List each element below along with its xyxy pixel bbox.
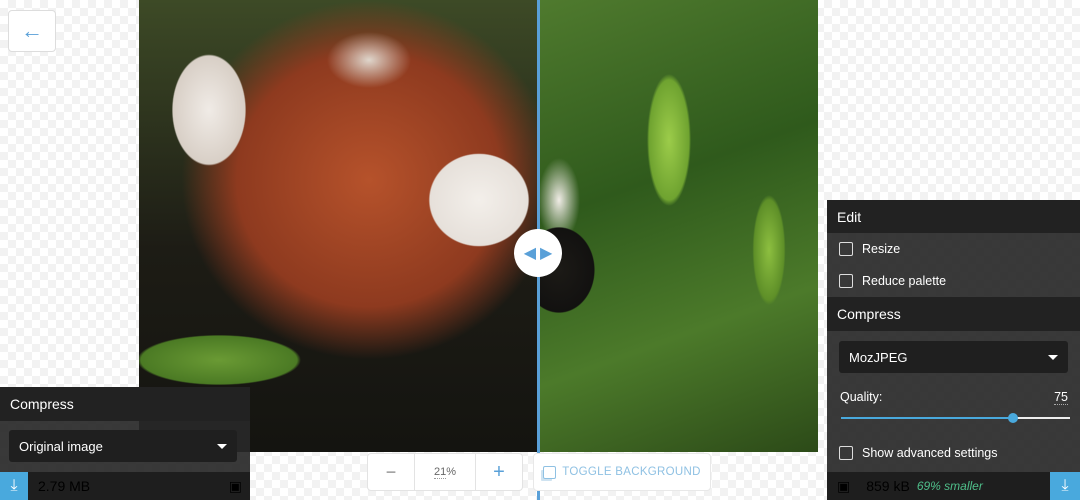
checkbox-box: [839, 274, 853, 288]
copy-settings-left-button[interactable]: ▣: [837, 478, 850, 495]
back-button[interactable]: ←: [8, 10, 56, 52]
checkbox-box: [839, 242, 853, 256]
chevron-left-icon: ◀: [523, 245, 536, 262]
advanced-settings-checkbox[interactable]: Show advanced settings: [827, 437, 1080, 469]
resize-checkbox[interactable]: Resize: [827, 233, 1080, 265]
zoom-level-input[interactable]: 21%: [415, 454, 476, 490]
chevron-right-icon: ▶: [540, 245, 553, 262]
checkbox-box: [839, 446, 853, 460]
savings-text: 69% smaller: [916, 479, 983, 493]
quality-label: Quality:: [840, 390, 883, 404]
compress-header: Compress: [827, 297, 1080, 331]
right-options-panel: Edit Resize Reduce palette Compress MozJ…: [827, 200, 1080, 472]
left-footer: ⤓ 2.79 MB ▣: [0, 472, 250, 500]
edit-header: Edit: [827, 200, 1080, 233]
left-method-value: Original image: [19, 438, 103, 454]
caret-down-icon: [217, 443, 227, 449]
download-original-button[interactable]: ⤓: [0, 472, 28, 500]
left-options-panel: Compress Original image: [0, 387, 250, 472]
zoom-in-button[interactable]: +: [476, 454, 522, 490]
reduce-palette-checkbox[interactable]: Reduce palette: [827, 265, 1080, 297]
compressed-image: [539, 0, 818, 452]
toggle-background-button[interactable]: TOGGLE BACKGROUND: [533, 453, 711, 491]
compressed-size: 859 kB: [866, 478, 910, 494]
left-compress-header: Compress: [0, 387, 250, 421]
quality-slider[interactable]: [841, 413, 1070, 423]
zoom-controls: − 21% +: [367, 453, 523, 491]
original-size: 2.79 MB: [38, 478, 91, 494]
toggle-background-label: TOGGLE BACKGROUND: [562, 466, 701, 478]
right-footer: ▣ 859 kB 69% smaller ⤓: [827, 472, 1080, 500]
caret-down-icon: [1048, 354, 1058, 360]
download-icon: ⤓: [10, 477, 18, 494]
arrow-left-icon: ←: [21, 18, 43, 43]
download-icon: ⤓: [1061, 477, 1069, 494]
advanced-settings-label: Show advanced settings: [862, 446, 998, 460]
zoom-value: 21: [433, 465, 447, 479]
resize-label: Resize: [862, 242, 901, 256]
reduce-palette-label: Reduce palette: [862, 274, 947, 288]
background-toggle-icon: [543, 465, 557, 479]
zoom-out-button[interactable]: −: [368, 454, 415, 490]
codec-value: MozJPEG: [849, 349, 908, 365]
original-image: [139, 0, 539, 452]
codec-select[interactable]: MozJPEG: [839, 341, 1068, 373]
slider-thumb[interactable]: [1007, 413, 1018, 423]
left-method-select[interactable]: Original image: [9, 430, 237, 462]
copy-settings-right-button[interactable]: ▣: [229, 478, 242, 495]
zoom-unit: %: [446, 466, 457, 478]
quality-value[interactable]: 75: [1054, 390, 1068, 405]
download-compressed-button[interactable]: ⤓: [1050, 472, 1080, 500]
divider-handle[interactable]: ◀ ▶: [514, 229, 562, 277]
